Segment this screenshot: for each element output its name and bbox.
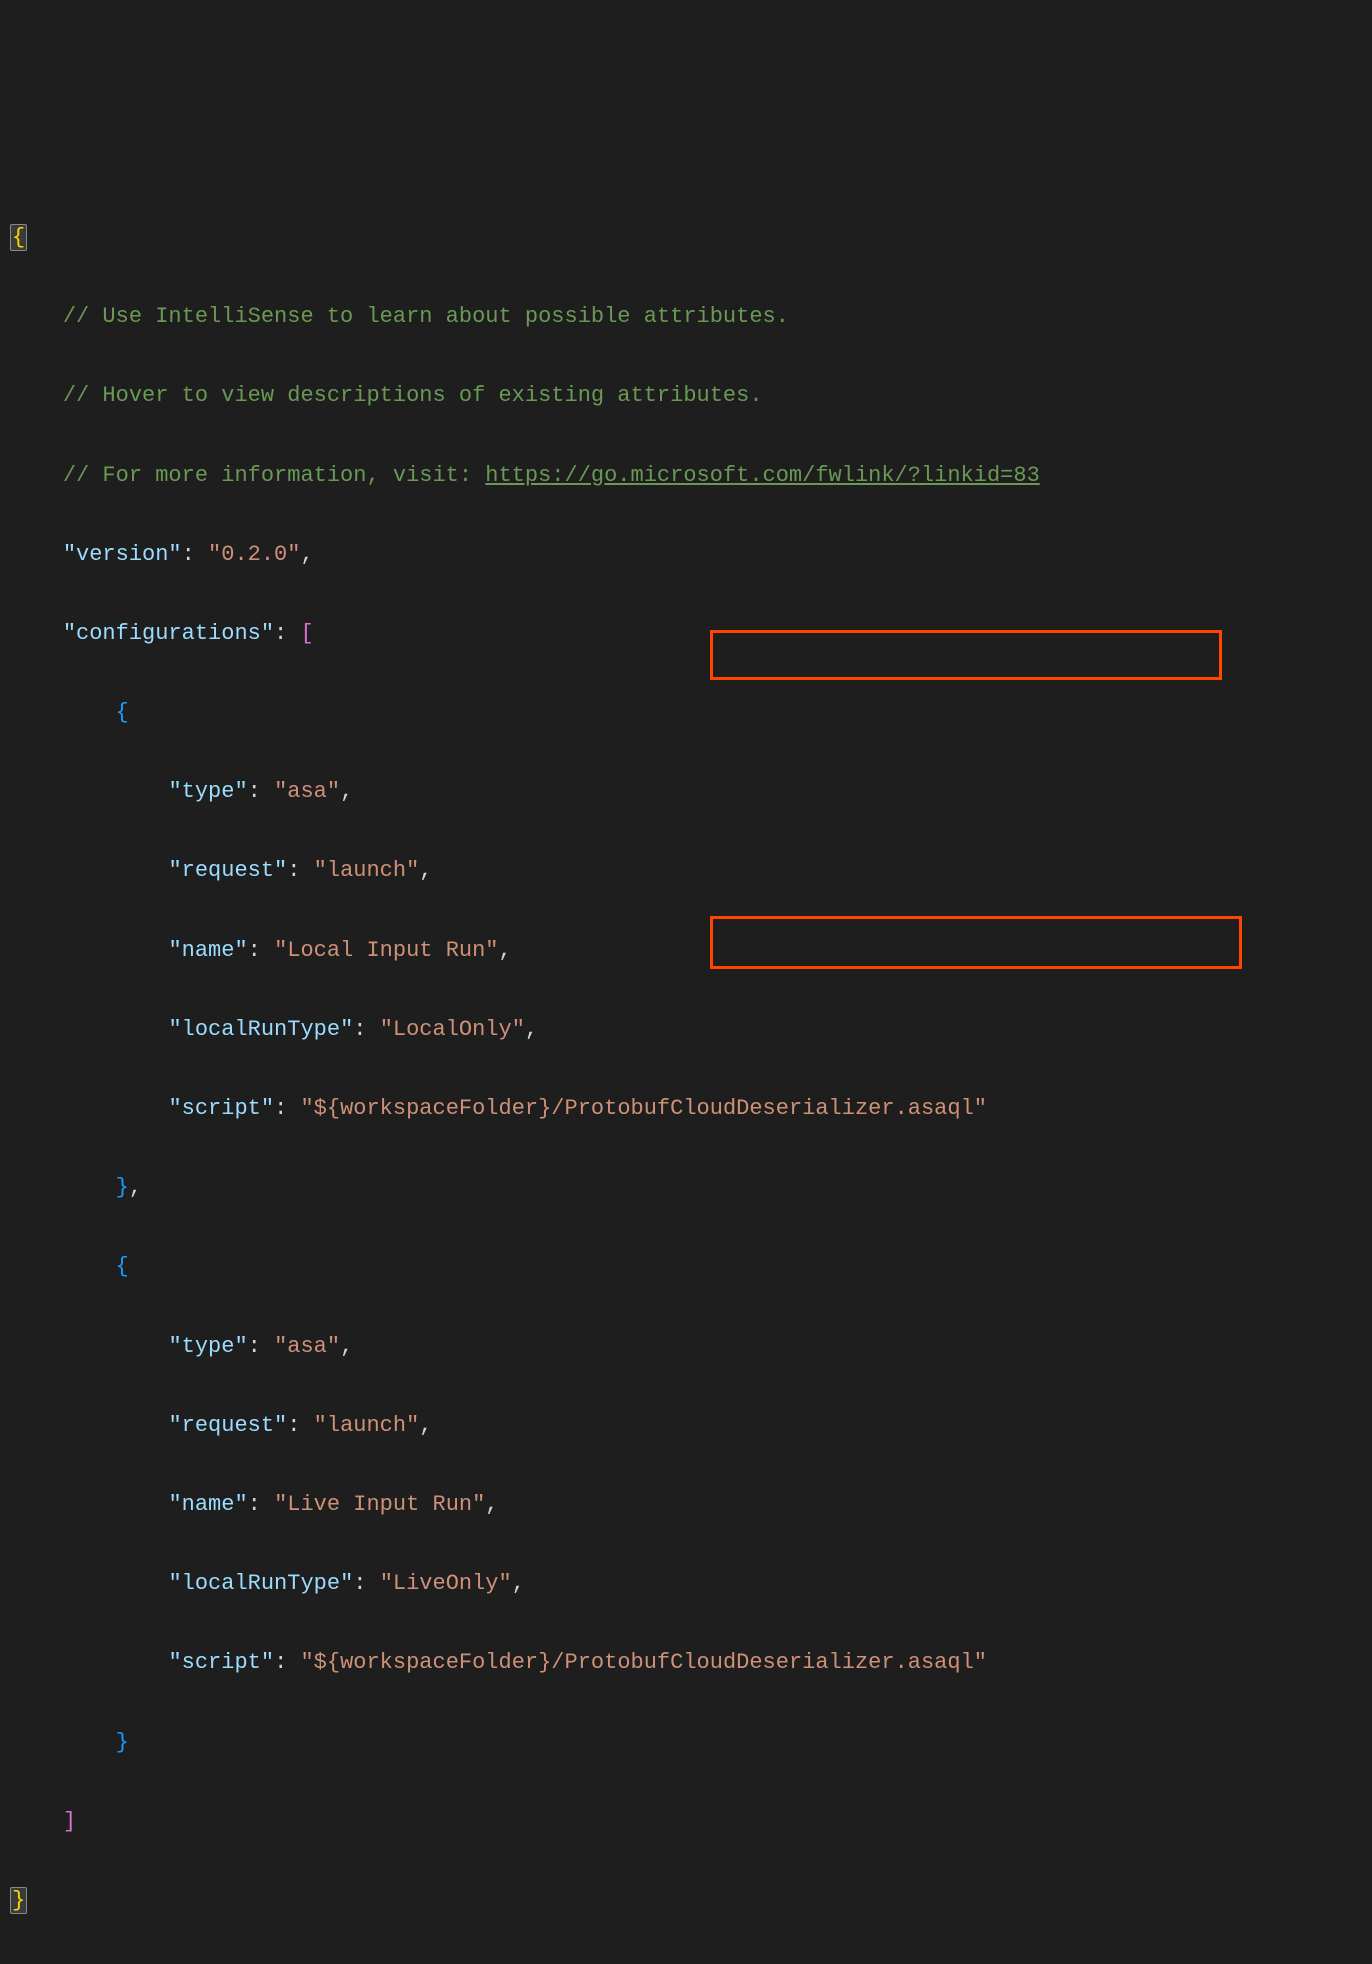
value-script-file-1: ProtobufCloudDeserializer.asaql xyxy=(565,1096,974,1121)
value-name-1: "Local Input Run" xyxy=(274,938,498,963)
comma: , xyxy=(300,542,313,567)
value-name-2: "Live Input Run" xyxy=(274,1492,485,1517)
open-brace-config2: { xyxy=(116,1254,129,1279)
colon: : xyxy=(248,1492,274,1517)
key-request: "request" xyxy=(168,858,287,883)
colon: : xyxy=(274,621,300,646)
value-script-prefix-1: "${workspaceFolder}/ xyxy=(300,1096,564,1121)
key-type: "type" xyxy=(168,1334,247,1359)
value-request-2: "launch" xyxy=(314,1413,420,1438)
comma: , xyxy=(419,1413,432,1438)
comma: , xyxy=(340,779,353,804)
key-version: "version" xyxy=(63,542,182,567)
comment-link[interactable]: https://go.microsoft.com/fwlink/?linkid=… xyxy=(485,463,1040,488)
key-localruntype: "localRunType" xyxy=(168,1017,353,1042)
comment-line-3-prefix: // For more information, visit: xyxy=(63,463,485,488)
comma: , xyxy=(340,1334,353,1359)
colon: : xyxy=(274,1096,300,1121)
value-localruntype-2: "LiveOnly" xyxy=(380,1571,512,1596)
key-localruntype: "localRunType" xyxy=(168,1571,353,1596)
key-script: "script" xyxy=(168,1650,274,1675)
value-script-suffix-1: " xyxy=(974,1096,987,1121)
comma: , xyxy=(129,1175,142,1200)
comment-line-1: // Use IntelliSense to learn about possi… xyxy=(63,304,789,329)
open-bracket: [ xyxy=(300,621,313,646)
comma: , xyxy=(525,1017,538,1042)
comma: , xyxy=(485,1492,498,1517)
colon: : xyxy=(248,1334,274,1359)
code-editor[interactable]: { // Use IntelliSense to learn about pos… xyxy=(10,178,1372,1964)
colon: : xyxy=(182,542,208,567)
close-brace-config2: } xyxy=(116,1730,129,1755)
close-brace-config1: } xyxy=(116,1175,129,1200)
value-script-prefix-2: "${workspaceFolder}/ xyxy=(300,1650,564,1675)
value-script-file-2: ProtobufCloudDeserializer.asaql xyxy=(565,1650,974,1675)
value-localruntype-1: "LocalOnly" xyxy=(380,1017,525,1042)
colon: : xyxy=(248,938,274,963)
value-type-2: "asa" xyxy=(274,1334,340,1359)
open-brace-config1: { xyxy=(116,700,129,725)
key-configurations: "configurations" xyxy=(63,621,274,646)
value-request-1: "launch" xyxy=(314,858,420,883)
key-name: "name" xyxy=(168,1492,247,1517)
key-request: "request" xyxy=(168,1413,287,1438)
close-bracket: ] xyxy=(63,1809,76,1834)
comma: , xyxy=(419,858,432,883)
colon: : xyxy=(274,1650,300,1675)
value-type-1: "asa" xyxy=(274,779,340,804)
key-type: "type" xyxy=(168,779,247,804)
colon: : xyxy=(287,858,313,883)
comma: , xyxy=(499,938,512,963)
close-brace-root: } xyxy=(10,1887,27,1914)
comment-line-2: // Hover to view descriptions of existin… xyxy=(63,383,763,408)
key-script: "script" xyxy=(168,1096,274,1121)
colon: : xyxy=(248,779,274,804)
colon: : xyxy=(353,1571,379,1596)
value-version: "0.2.0" xyxy=(208,542,300,567)
key-name: "name" xyxy=(168,938,247,963)
colon: : xyxy=(287,1413,313,1438)
comma: , xyxy=(512,1571,525,1596)
open-brace-root: { xyxy=(10,224,27,251)
colon: : xyxy=(353,1017,379,1042)
value-script-suffix-2: " xyxy=(974,1650,987,1675)
